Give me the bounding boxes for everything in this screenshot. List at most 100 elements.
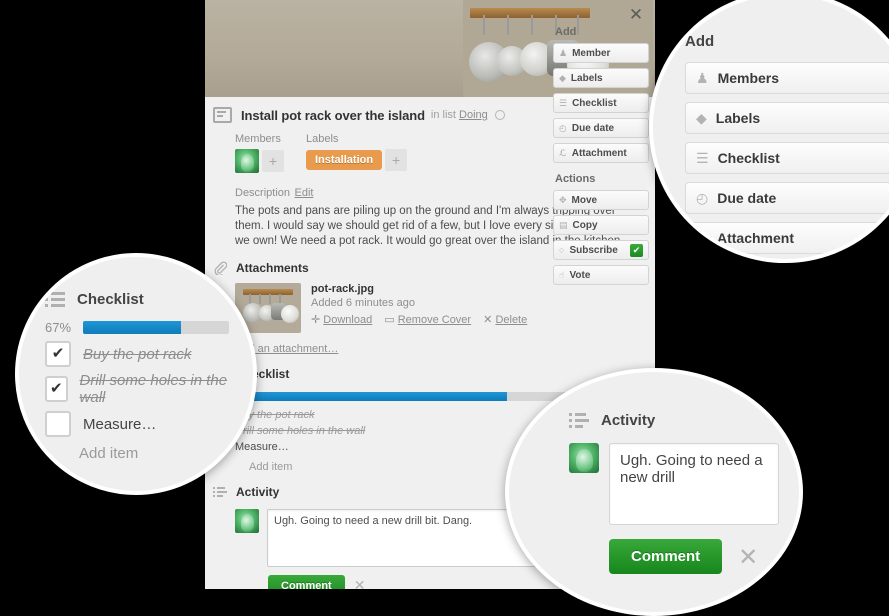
checklist-item-checkbox[interactable] [45,411,71,437]
sidebar-button-labels[interactable]: ◆ Labels [553,68,649,88]
paperclip-icon: ℒ [559,147,567,158]
labels-label: Labels [306,133,339,145]
remove-cover-icon: ▭ [384,314,395,326]
list-name-link[interactable]: Doing [459,109,488,121]
delete-icon: ✕ [483,314,493,326]
description-label: Description [235,187,291,199]
add-attachment-link[interactable]: Add an attachment… [205,333,655,355]
tag-icon: ◆ [696,109,707,126]
activity-icon [569,412,589,429]
watch-icon[interactable] [494,110,505,120]
add-member-button[interactable]: + [262,150,284,172]
checklist-add-item[interactable]: Add item [79,445,229,462]
attachment-added-time: Added 6 minutes ago [311,297,415,309]
sidebar-button-checklist[interactable]: ☰ Checklist [553,93,649,113]
in-list-prefix: in list [430,109,456,121]
magnifier-checklist: Checklist 67% ✔ Buy the pot rack ✔ Drill so… [15,253,257,495]
circle-icon: ○ [559,245,565,255]
checklist-item[interactable]: ✔ Drill some holes in the wall [45,372,229,406]
checklist-item-label: Drill some holes in the wall [79,372,228,406]
label-chip-installation[interactable]: Installation [306,150,383,170]
sidebar-button-label: Checklist [572,97,617,109]
sidebar-button-copy[interactable]: ▤ Copy [553,215,649,235]
magnifier-add-button-due-date[interactable]: ◴ Due date [685,182,889,214]
page-title: Install pot rack over the island [241,107,425,123]
remove-cover-link[interactable]: Remove Cover [398,314,471,326]
members-block: Members + [235,133,284,173]
checklist-item-label: Buy the pot rack [83,345,192,363]
person-icon: ♟ [559,47,568,58]
sidebar-button-vote[interactable]: ☝ Vote [553,265,649,285]
avatar [235,509,259,533]
cancel-comment-icon[interactable]: ✕ [354,578,366,589]
sidebar-button-label: Member [572,47,611,59]
sidebar-button-label: Due date [571,122,615,134]
tag-icon: ◆ [559,72,566,83]
magnifier-add-button-labels[interactable]: ◆ Labels [685,102,889,134]
magnifier-add-button-label: Members [717,70,780,86]
comment-input[interactable]: Ugh. Going to need a new drill [609,443,779,525]
download-icon: ✛ [311,314,321,326]
sidebar-button-label: Move [571,194,598,206]
sidebar-button-move[interactable]: ✥ Move [553,190,649,210]
checklist-item[interactable]: ✔ Buy the pot rack [45,341,229,367]
hook-icon [483,15,485,35]
attachment-filename: pot-rack.jpg [311,283,374,295]
card-sidebar: Add ♟ Member ◆ Labels ☰ Checklist ◴ Due date ℒ At… [553,26,649,290]
sidebar-button-label: Attachment [571,147,627,159]
checklist-item[interactable]: Measure… [45,411,229,437]
sidebar-actions-heading: Actions [555,173,596,185]
add-label-button[interactable]: + [385,149,408,171]
sidebar-button-subscribe[interactable]: ○ Subscribe ✔ [553,240,649,260]
magnifier-add-button-attachment[interactable]: ℒ Attachment [685,222,889,254]
hook-icon [531,15,533,35]
magnifier-activity-heading: Activity [601,412,656,429]
checklist-icon: ☰ [696,149,709,166]
members-label: Members [235,133,281,145]
sidebar-button-label: Labels [570,72,603,84]
hook-icon [507,15,509,35]
checklist-item-checkbox[interactable]: ✔ [45,376,68,402]
sidebar-button-due-date[interactable]: ◴ Due date [553,118,649,138]
attachment-actions: ✛ Download ▭ Remove Cover ✕ Delete [311,313,536,326]
sidebar-button-label: Copy [572,219,598,231]
subscribe-check-icon[interactable]: ✔ [630,243,643,257]
magnifier-activity: Activity Ugh. Going to need a new drill … [505,368,803,616]
sidebar-button-label: Subscribe [569,244,618,256]
magnifier-add-button-label: Attachment [717,230,795,246]
clock-icon: ◴ [696,189,709,206]
magnifier-add-button-label: Due date [717,190,777,206]
cancel-comment-icon[interactable]: ✕ [738,543,758,571]
sidebar-button-member[interactable]: ♟ Member [553,43,649,63]
magnifier-checklist-heading: Checklist [77,291,144,308]
person-icon: ♟ [696,69,709,86]
sidebar-add-heading: Add [555,26,577,38]
checklist-item-label: Measure… [83,415,157,433]
checklist-progress-bar [83,321,229,334]
labels-block: Labels Installation + [306,133,408,173]
pot-rack-bar [470,8,590,18]
attachment-info: pot-rack.jpg Added 6 minutes ago ✛ Downl… [301,283,536,333]
clock-icon: ◴ [559,122,567,133]
magnifier-add-button-label: Labels [715,110,761,126]
magnifier-add-button-checklist[interactable]: ☰ Checklist [685,142,889,174]
avatar [569,443,599,473]
magnifier-add-heading: Add [685,33,715,50]
sidebar-button-label: Vote [569,269,591,281]
magnifier-add-button-label: Checklist [717,150,780,166]
arrows-icon: ✥ [559,194,567,205]
close-icon[interactable]: ✕ [627,6,645,24]
magnifier-add: Add ♟ Members ◆ Labels ☰ Checklist ◴ Due date ℒ A… [649,0,889,263]
checklist-icon: ☰ [559,97,568,108]
description-edit-link[interactable]: Edit [294,187,313,199]
checklist-items: ✔ Buy the pot rack ✔ Drill some holes in th… [45,341,229,437]
thumbs-up-icon: ☝ [559,269,565,280]
download-link[interactable]: Download [323,314,372,326]
magnifier-add-button-members[interactable]: ♟ Members [685,62,889,94]
delete-link[interactable]: Delete [495,314,527,326]
checklist-item-checkbox[interactable]: ✔ [45,341,71,367]
comment-button[interactable]: Comment [268,575,345,589]
comment-button[interactable]: Comment [609,539,723,574]
sidebar-button-attachment[interactable]: ℒ Attachment [553,143,649,163]
avatar[interactable] [235,149,259,173]
